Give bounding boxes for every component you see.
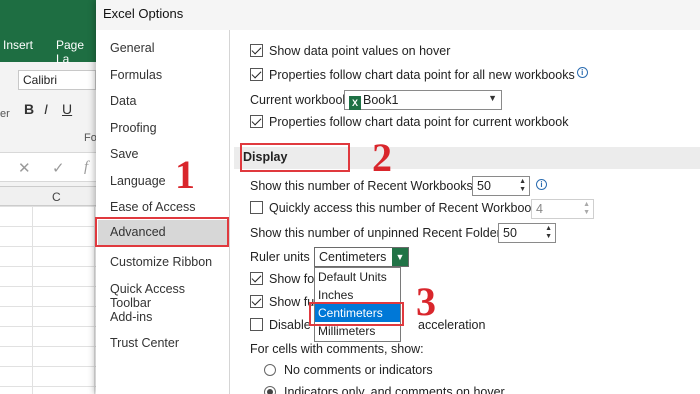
column-header: C	[0, 186, 96, 206]
nav-divider	[229, 30, 230, 394]
option-label: Properties follow chart data point for a…	[269, 68, 575, 82]
checkbox-unchecked-icon[interactable]	[250, 318, 263, 331]
cancel-icon[interactable]: ✕	[18, 159, 31, 177]
option-label: Show data point values on hover	[269, 44, 451, 58]
ruler-units-select[interactable]: Centimeters ▼	[314, 247, 409, 267]
annotation-box-advanced	[95, 217, 229, 247]
nav-item-save[interactable]: Save	[110, 147, 139, 161]
option-show-function-tooltips[interactable]: Show fu	[250, 295, 314, 309]
spinner-value: 50	[503, 226, 517, 240]
info-icon: i	[576, 67, 588, 78]
option-follow-all-workbooks[interactable]: Properties follow chart data point for a…	[250, 67, 588, 82]
advanced-options-panel: Show data point values on hover Properti…	[234, 30, 700, 394]
ribbon-fragment: er	[0, 108, 10, 120]
nav-item-data[interactable]: Data	[110, 94, 136, 108]
option-label: Disable	[269, 318, 311, 332]
radio-label: Indicators only, and comments on hover	[284, 385, 505, 394]
nav-item-customize-ribbon[interactable]: Customize Ribbon	[110, 255, 212, 269]
checkbox-checked-icon[interactable]	[250, 44, 263, 57]
nav-item-add-ins[interactable]: Add-ins	[110, 310, 152, 324]
spinner-arrows-icon[interactable]: ▲ ▼	[583, 201, 590, 217]
radio-unselected-icon[interactable]	[264, 364, 276, 376]
current-workbook-value: Book1	[363, 93, 399, 107]
excel-tab-bar: Insert Page La	[0, 0, 96, 66]
nav-item-language[interactable]: Language	[110, 174, 166, 188]
checkbox-checked-icon[interactable]	[250, 272, 263, 285]
dialog-title: Excel Options	[96, 0, 700, 30]
worksheet-grid[interactable]	[0, 206, 96, 394]
nav-item-quick-access-toolbar[interactable]: Quick Access Toolbar	[110, 282, 229, 310]
option-label: Show for	[269, 272, 319, 286]
underline-button[interactable]: U	[62, 101, 72, 117]
info-icon: i	[536, 179, 547, 190]
current-workbook-select[interactable]: X Book1 ▼	[344, 90, 502, 110]
checkbox-unchecked-icon[interactable]	[250, 201, 263, 214]
spinner-arrows-icon[interactable]: ▲ ▼	[519, 178, 526, 194]
radio-no-comments[interactable]: No comments or indicators	[264, 363, 433, 377]
nav-item-proofing[interactable]: Proofing	[110, 121, 157, 135]
radio-label: No comments or indicators	[284, 363, 433, 377]
current-workbook-label: Current workbook:	[250, 93, 353, 107]
annotation-number: 2	[372, 135, 392, 180]
tab-insert[interactable]: Insert	[3, 38, 33, 52]
chevron-down-icon: ▼	[488, 93, 497, 103]
ruler-option-default-units[interactable]: Default Units	[315, 268, 400, 286]
annotation-number: 1	[175, 152, 195, 197]
excel-options-dialog: Excel Options General Formulas Data Proo…	[96, 0, 700, 394]
option-label: Properties follow chart data point for c…	[269, 115, 569, 129]
checkbox-checked-icon[interactable]	[250, 295, 263, 308]
option-follow-current-workbook[interactable]: Properties follow chart data point for c…	[250, 115, 568, 129]
option-label: Quickly access this number of Recent Wor…	[269, 201, 548, 215]
ruler-units-label: Ruler units	[250, 250, 310, 264]
spinner-value: 4	[536, 202, 543, 216]
ruler-units-value: Centimeters	[319, 250, 387, 264]
formula-bar: ✕ ✓ f	[0, 152, 96, 182]
unpinned-folders-label: Show this number of unpinned Recent Fold…	[250, 226, 511, 240]
checkbox-checked-icon[interactable]	[250, 115, 263, 128]
spinner-value: 50	[477, 179, 491, 193]
annotation-number: 3	[416, 279, 436, 324]
nav-item-general[interactable]: General	[110, 41, 154, 55]
excel-file-icon: X	[349, 96, 361, 110]
chevron-down-icon[interactable]: ▼	[392, 248, 408, 266]
italic-button[interactable]: I	[44, 101, 48, 117]
bold-button[interactable]: B	[24, 101, 34, 117]
font-name-box[interactable]: Calibri	[18, 70, 96, 90]
tab-page-layout[interactable]: Page La	[56, 38, 96, 66]
radio-selected-icon[interactable]	[264, 386, 276, 394]
recent-workbooks-label: Show this number of Recent Workbooks:	[250, 179, 477, 193]
function-icon[interactable]: f	[84, 159, 88, 176]
checkbox-checked-icon[interactable]	[250, 68, 263, 81]
annotation-box-centimeters	[309, 302, 404, 326]
spinner-arrows-icon[interactable]: ▲ ▼	[545, 225, 552, 241]
enter-icon[interactable]: ✓	[52, 159, 65, 177]
unpinned-folders-spinner[interactable]: 50 ▲ ▼	[498, 223, 556, 243]
quick-access-spinner[interactable]: 4 ▲ ▼	[531, 199, 594, 219]
options-nav: General Formulas Data Proofing Save Lang…	[96, 30, 229, 394]
radio-indicators-only[interactable]: Indicators only, and comments on hover	[264, 385, 505, 394]
nav-item-formulas[interactable]: Formulas	[110, 68, 162, 82]
option-show-values-hover[interactable]: Show data point values on hover	[250, 44, 450, 58]
column-letter[interactable]: C	[52, 190, 61, 204]
option-show-formula-bar[interactable]: Show for	[250, 272, 318, 286]
annotation-box-display	[240, 143, 350, 172]
nav-item-ease-of-access[interactable]: Ease of Access	[110, 200, 195, 214]
option-disable-hardware-acceleration[interactable]: Disable	[250, 318, 311, 332]
option-quick-access-recent[interactable]: Quickly access this number of Recent Wor…	[250, 201, 547, 215]
recent-workbooks-spinner[interactable]: 50 ▲ ▼	[472, 176, 530, 196]
option-label: Show fu	[269, 295, 315, 309]
comments-label: For cells with comments, show:	[250, 342, 424, 356]
ribbon-fragment: Fo	[84, 132, 97, 144]
nav-item-trust-center[interactable]: Trust Center	[110, 336, 179, 350]
